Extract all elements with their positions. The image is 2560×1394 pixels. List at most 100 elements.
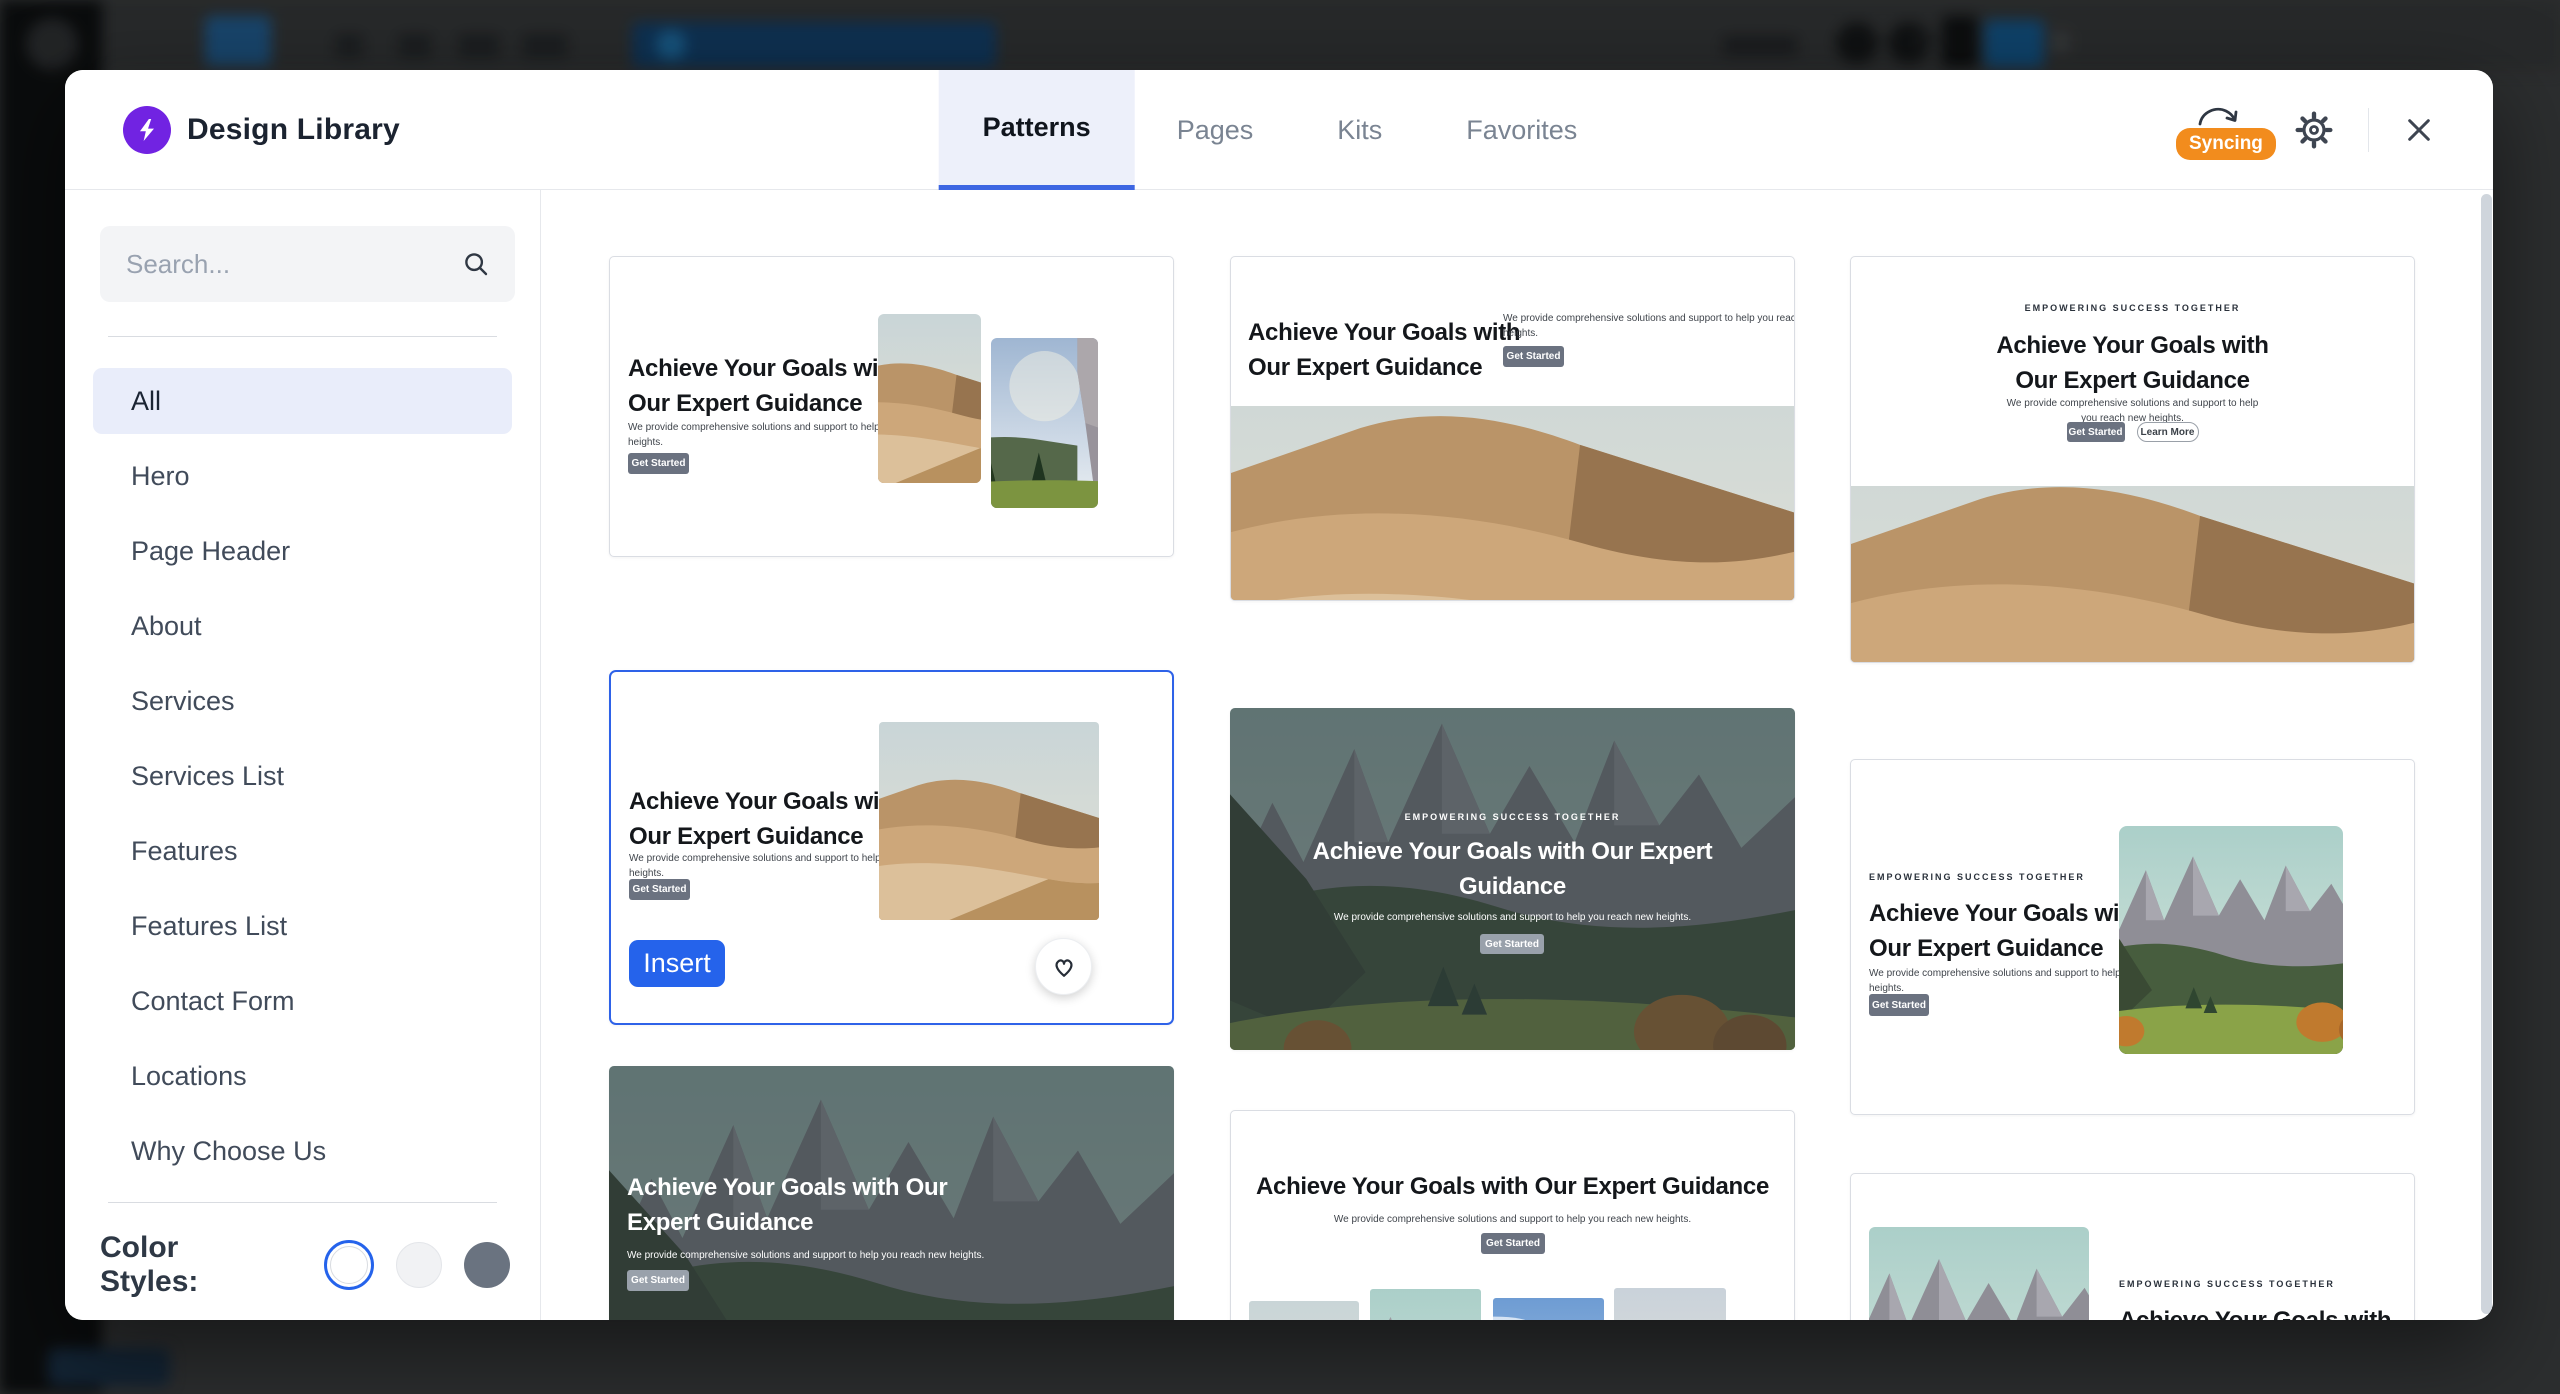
sidebar-item-services[interactable]: Services xyxy=(93,668,512,734)
sidebar-item-page-header[interactable]: Page Header xyxy=(93,518,512,584)
mountain-valley-image xyxy=(2119,826,2343,1054)
pattern-card-dark-left[interactable]: Achieve Your Goals with Our Expert Guida… xyxy=(609,1066,1174,1320)
pattern-heading: Achieve Your Goals with xyxy=(2119,1304,2391,1320)
color-styles-row: Color Styles: xyxy=(100,1230,510,1300)
pattern-eyebrow: EMPOWERING SUCCESS TOGETHER xyxy=(1869,872,2085,882)
pattern-heading: Achieve Your Goals with Our Expert xyxy=(1230,834,1795,869)
modal-title: Design Library xyxy=(187,113,400,147)
pattern-heading: Our Expert Guidance xyxy=(629,819,901,854)
desert-image xyxy=(1249,1301,1359,1320)
tab-patterns[interactable]: Patterns xyxy=(939,70,1135,190)
brand: Design Library xyxy=(123,70,400,190)
search-icon xyxy=(461,247,491,281)
pattern-cta: Get Started xyxy=(2067,422,2125,442)
color-swatch-light[interactable] xyxy=(324,1240,374,1290)
desert-image xyxy=(879,722,1099,920)
sidebar-item-features[interactable]: Features xyxy=(93,818,512,884)
pattern-card-dark-centered[interactable]: EMPOWERING SUCCESS TOGETHER Achieve Your… xyxy=(1230,708,1795,1050)
insert-button[interactable]: Insert xyxy=(629,940,725,987)
snow-peak-image xyxy=(1493,1298,1604,1320)
pattern-cta: Get Started xyxy=(1480,934,1544,954)
close-icon xyxy=(2403,114,2435,146)
pattern-cta: Get Started xyxy=(627,1270,689,1291)
pattern-cta: Get Started xyxy=(628,453,689,474)
pattern-cta: Get Started xyxy=(629,879,690,900)
pattern-heading: Our Expert Guidance xyxy=(1869,931,2141,966)
pattern-heading: Achieve Your Goals with xyxy=(1248,315,1520,350)
pattern-heading: Achieve Your Goals with Our xyxy=(627,1170,947,1205)
search-input[interactable] xyxy=(100,249,461,280)
mountain-valley-image xyxy=(1370,1289,1481,1320)
tab-favorites[interactable]: Favorites xyxy=(1424,70,1619,190)
settings-button[interactable] xyxy=(2294,110,2334,150)
gear-icon xyxy=(2294,110,2334,150)
sidebar-item-contact-form[interactable]: Contact Form xyxy=(93,968,512,1034)
pattern-heading: Achieve Your Goals with Our Expert Guida… xyxy=(1231,1169,1794,1204)
sync-control[interactable]: Syncing xyxy=(2176,98,2260,162)
search-box xyxy=(100,226,515,302)
sidebar-item-features-list[interactable]: Features List xyxy=(93,893,512,959)
desert-image xyxy=(1231,406,1794,601)
pattern-cta: Get Started xyxy=(1503,346,1564,367)
mountain-valley-image xyxy=(1869,1227,2089,1320)
pattern-card-hero-two-images[interactable]: Achieve Your Goals with Our Expert Guida… xyxy=(609,256,1174,557)
pattern-card-centered-two-buttons[interactable]: EMPOWERING SUCCESS TOGETHER Achieve Your… xyxy=(1850,256,2415,663)
pattern-heading: Our Expert Guidance xyxy=(628,386,900,421)
pattern-card-split-left-image[interactable]: EMPOWERING SUCCESS TOGETHER Achieve Your… xyxy=(1850,1173,2415,1320)
spectra-logo-icon xyxy=(123,106,171,154)
sidebar-item-all[interactable]: All xyxy=(93,368,512,434)
cliff-image xyxy=(1614,1288,1726,1320)
close-button[interactable] xyxy=(2403,114,2435,146)
pattern-cta: Get Started xyxy=(1481,1233,1545,1254)
pattern-cta: Get Started xyxy=(1869,994,1929,1016)
desert-image xyxy=(1851,486,2414,663)
pattern-card-split-right-image[interactable]: EMPOWERING SUCCESS TOGETHER Achieve Your… xyxy=(1850,759,2415,1115)
pattern-heading: Guidance xyxy=(1230,869,1795,904)
pattern-body: We provide comprehensive solutions and s… xyxy=(1231,1212,1794,1227)
sidebar-item-about[interactable]: About xyxy=(93,593,512,659)
pattern-card-selected[interactable]: Achieve Your Goals with Our Expert Guida… xyxy=(609,670,1174,1025)
pattern-body: We provide comprehensive solutions and s… xyxy=(1230,910,1795,925)
color-swatches xyxy=(324,1240,510,1290)
pattern-body: We provide comprehensive solutions and s… xyxy=(627,1248,984,1263)
sidebar-item-services-list[interactable]: Services List xyxy=(93,743,512,809)
pattern-card-gallery[interactable]: Achieve Your Goals with Our Expert Guida… xyxy=(1230,1110,1795,1320)
tab-bar: Patterns Pages Kits Favorites xyxy=(939,70,1620,190)
design-library-modal: Design Library Patterns Pages Kits Favor… xyxy=(65,70,2493,1320)
syncing-status-badge: Syncing xyxy=(2176,128,2276,160)
color-swatch-dark[interactable] xyxy=(464,1242,510,1288)
sidebar-divider-top xyxy=(108,336,497,337)
heart-icon xyxy=(1050,953,1078,981)
category-list: All Hero Page Header About Services Serv… xyxy=(93,368,512,1193)
pattern-eyebrow: EMPOWERING SUCCESS TOGETHER xyxy=(1230,812,1795,822)
desert-image xyxy=(878,314,981,483)
pattern-heading: Achieve Your Goals with xyxy=(628,351,900,386)
modal-header: Design Library Patterns Pages Kits Favor… xyxy=(65,70,2493,190)
mountain-valley-image xyxy=(991,338,1098,508)
header-actions: Syncing xyxy=(2176,70,2435,190)
tab-kits[interactable]: Kits xyxy=(1295,70,1424,190)
sidebar-item-why-choose-us[interactable]: Why Choose Us xyxy=(93,1118,512,1184)
sidebar-item-hero[interactable]: Hero xyxy=(93,443,512,509)
pattern-eyebrow: EMPOWERING SUCCESS TOGETHER xyxy=(2119,1279,2335,1289)
favorite-button[interactable] xyxy=(1035,938,1092,995)
pattern-cta-secondary: Learn More xyxy=(2137,422,2199,442)
tab-pages[interactable]: Pages xyxy=(1135,70,1296,190)
color-swatch-gray[interactable] xyxy=(396,1242,442,1288)
header-divider xyxy=(2368,108,2369,152)
patterns-grid: Achieve Your Goals with Our Expert Guida… xyxy=(541,190,2493,1320)
pattern-card-header-image[interactable]: Achieve Your Goals with Our Expert Guida… xyxy=(1230,256,1795,601)
pattern-heading: Achieve Your Goals with xyxy=(629,784,901,819)
color-styles-label: Color Styles: xyxy=(100,1231,278,1299)
vertical-scrollbar[interactable] xyxy=(2481,194,2492,1314)
pattern-body: We provide comprehensive solutions and s… xyxy=(1851,396,2414,411)
pattern-body: We provide comprehensive solutions and s… xyxy=(1503,311,1795,326)
pattern-heading: Achieve Your Goals with xyxy=(1851,328,2414,363)
pattern-eyebrow: EMPOWERING SUCCESS TOGETHER xyxy=(1851,303,2414,313)
pattern-heading: Our Expert Guidance xyxy=(1248,350,1520,385)
sidebar-divider-bottom xyxy=(108,1202,497,1203)
pattern-body: heights. xyxy=(1503,326,1795,341)
pattern-heading: Expert Guidance xyxy=(627,1205,947,1240)
pattern-heading: Our Expert Guidance xyxy=(1851,363,2414,398)
sidebar-item-locations[interactable]: Locations xyxy=(93,1043,512,1109)
